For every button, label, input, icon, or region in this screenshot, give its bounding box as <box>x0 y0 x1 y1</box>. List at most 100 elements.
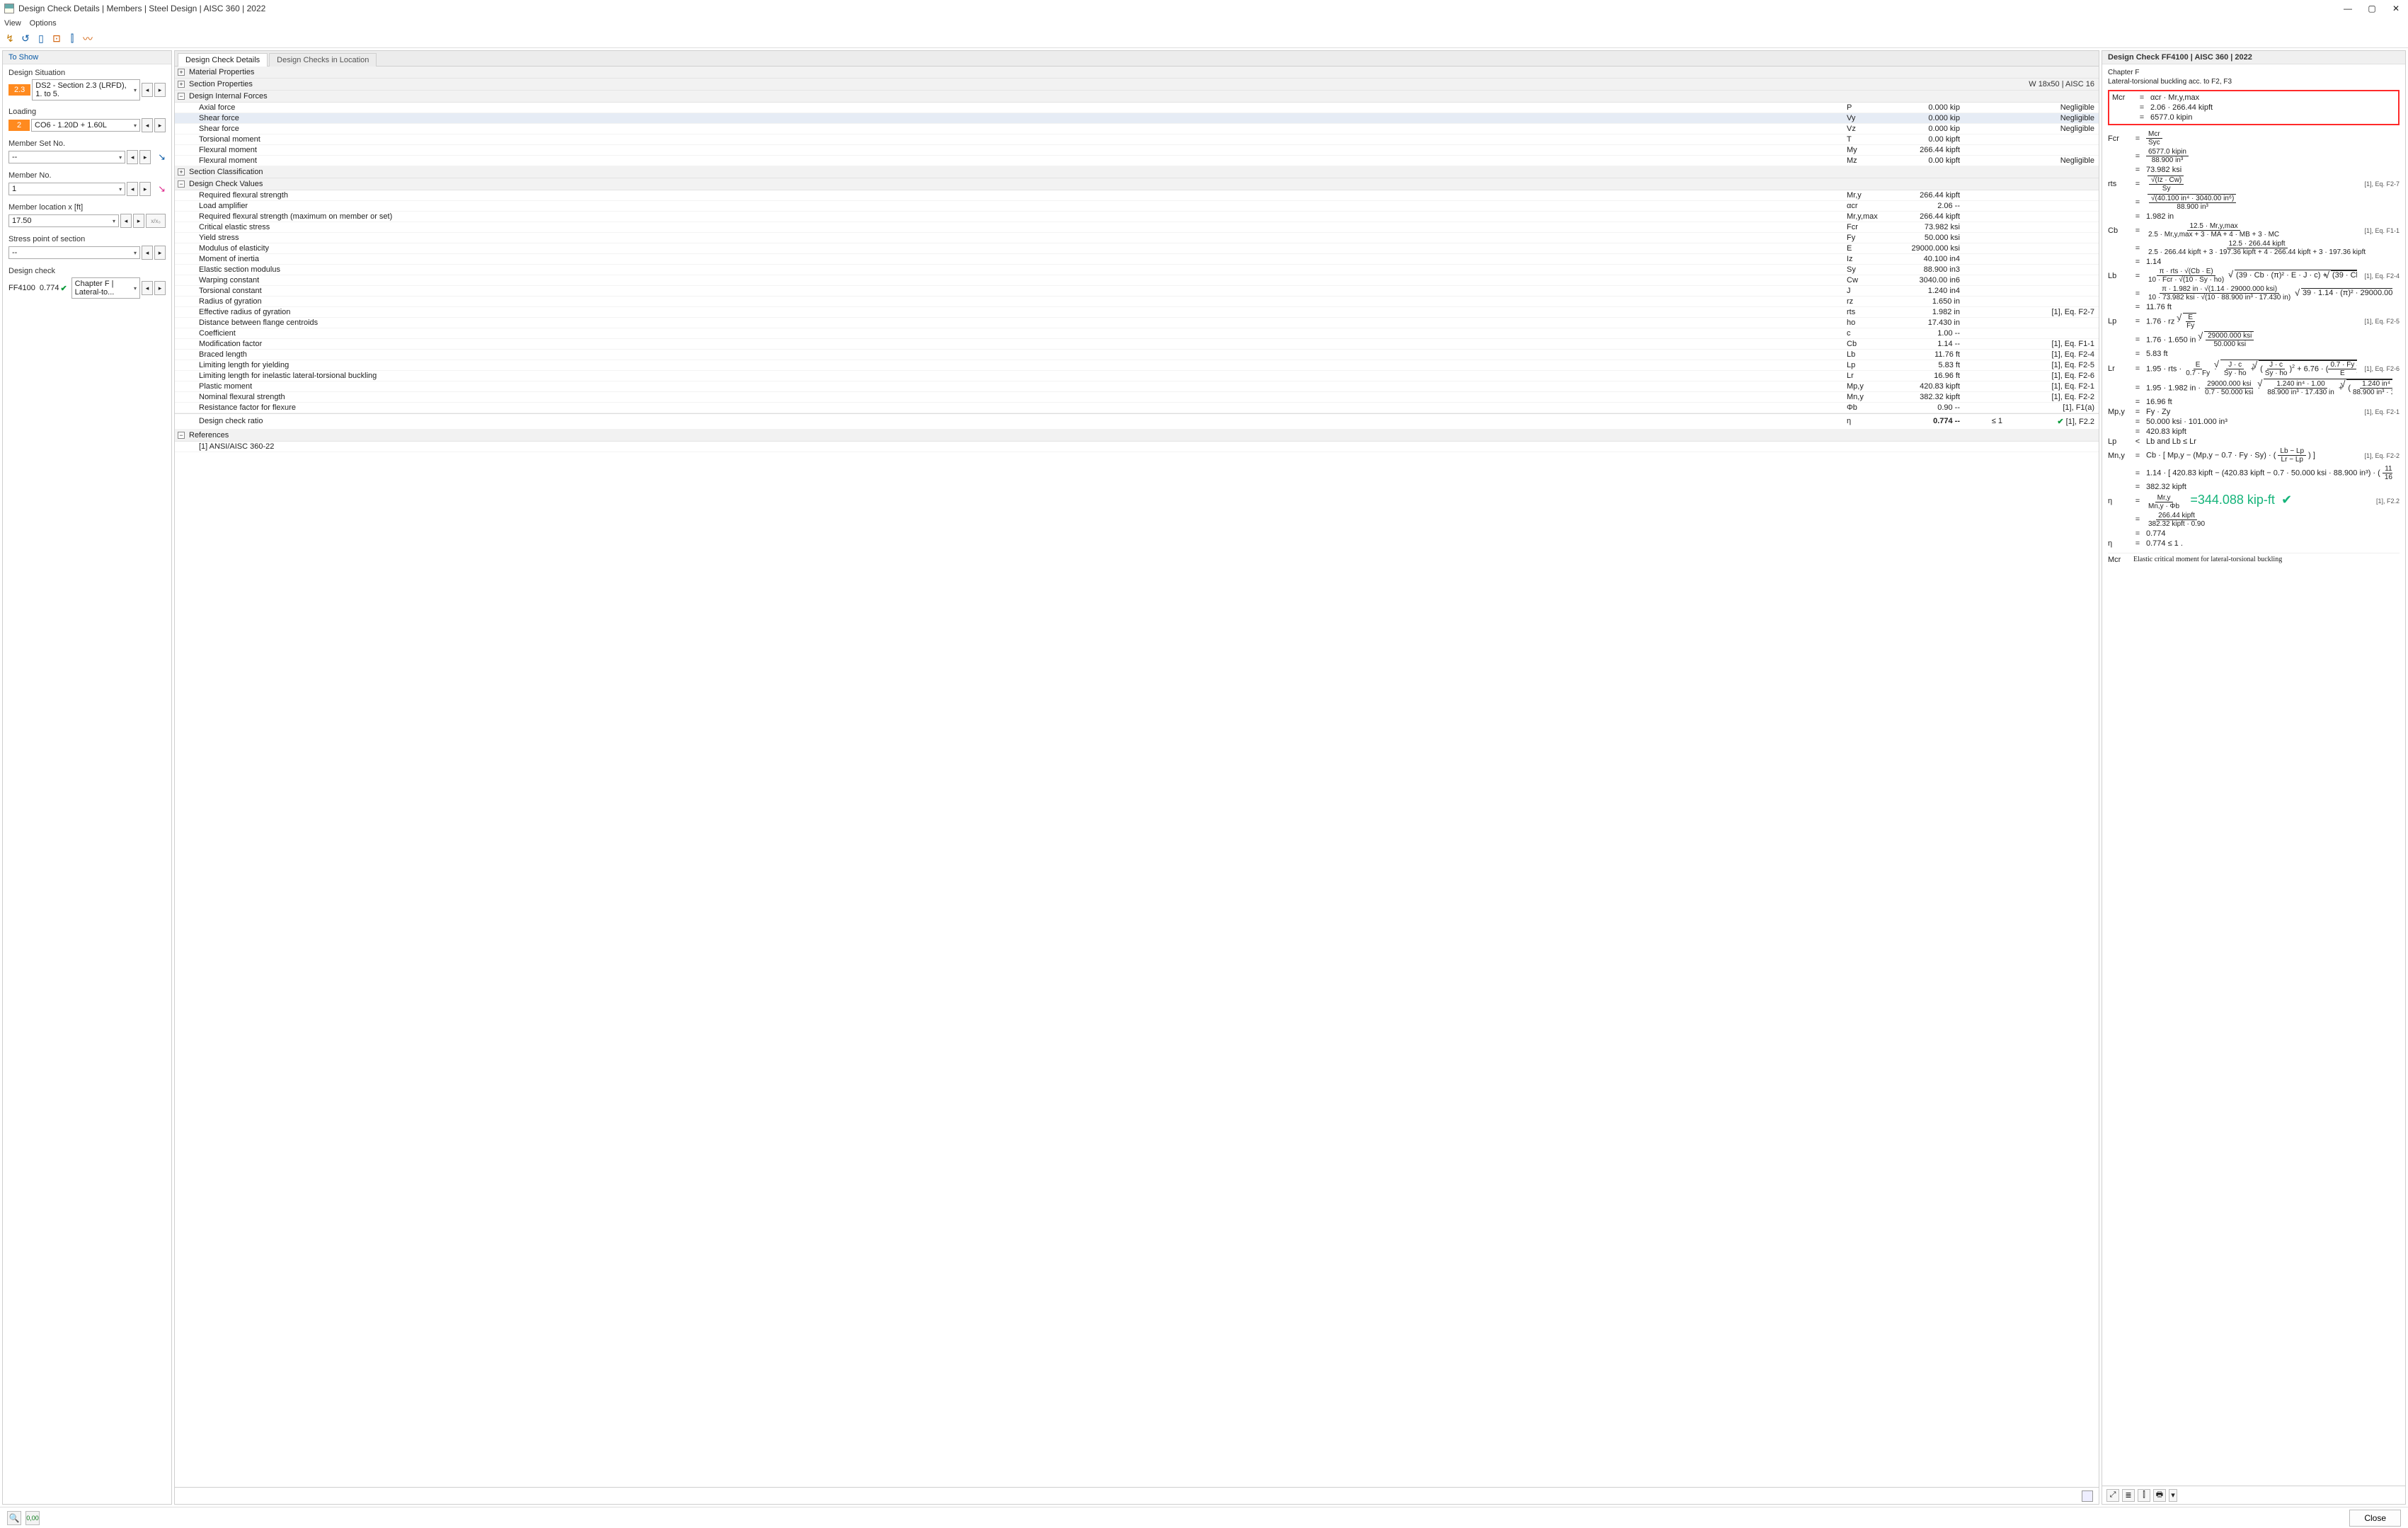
close-button[interactable]: Close <box>2349 1510 2401 1527</box>
table-row[interactable]: Required flexural strength (maximum on m… <box>175 212 2099 222</box>
next-button[interactable]: ▸ <box>133 214 144 228</box>
table-row[interactable]: Effective radius of gyrationrts1.982 in[… <box>175 307 2099 318</box>
wave-icon[interactable]: 〰 <box>82 33 93 45</box>
table-row[interactable]: Nominal flexural strengthMn,y382.32 kipf… <box>175 392 2099 403</box>
table-settings-button[interactable] <box>2082 1490 2093 1502</box>
table-row[interactable]: Flexural momentMy266.44 kipft <box>175 145 2099 156</box>
section-proper[interactable]: +Section PropertiesW 18x50 | AISC 16 <box>175 79 2099 91</box>
prev-button[interactable]: ◂ <box>142 118 153 132</box>
section-internal-forces[interactable]: −Design Internal Forces <box>175 91 2099 103</box>
next-button[interactable]: ▸ <box>139 150 151 164</box>
section-classification[interactable]: +Section Classification <box>175 166 2099 178</box>
prev-button[interactable]: ◂ <box>142 246 153 260</box>
table-row[interactable]: Plastic momentMp,y420.83 kipft[1], Eq. F… <box>175 381 2099 392</box>
menu-view[interactable]: View <box>4 19 21 28</box>
equation-line: Mp,y=Fy · Zy[1], Eq. F2-1 <box>2108 407 2400 417</box>
table-row[interactable]: Moment of inertiaIz40.100 in4 <box>175 254 2099 265</box>
tab-design-check-details[interactable]: Design Check Details <box>178 53 268 67</box>
table-row[interactable]: Modulus of elasticityE29000.000 ksi <box>175 243 2099 254</box>
equation-line: =5.83 ft <box>2108 349 2400 359</box>
tab-design-checks-location[interactable]: Design Checks in Location <box>269 53 377 67</box>
table-row[interactable]: Load amplifierαcr2.06 -- <box>175 201 2099 212</box>
footnote-symbol: Mcr <box>2108 556 2129 564</box>
prev-button[interactable]: ◂ <box>142 281 153 295</box>
equation-line: Lp<Lb and Lb ≤ Lr <box>2108 437 2400 447</box>
xx0-button[interactable]: x/x₀ <box>146 214 166 228</box>
equation-line: =50.000 ksi · 101.000 in³ <box>2108 417 2400 427</box>
table-row[interactable]: Coefficientc1.00 -- <box>175 328 2099 339</box>
next-button[interactable]: ▸ <box>154 118 166 132</box>
table-row[interactable]: Required flexural strengthMr,y266.44 kip… <box>175 190 2099 201</box>
toggle-1-button[interactable]: ≣ <box>2122 1489 2135 1502</box>
stress-point-combo[interactable]: -- ▾ <box>8 246 140 259</box>
table-row[interactable]: Shear forceVy0.000 kipNegligible <box>175 113 2099 124</box>
pick-icon[interactable]: ↘ <box>158 151 166 163</box>
table-row[interactable]: Torsional constantJ1.240 in4 <box>175 286 2099 297</box>
design-situation-combo[interactable]: DS2 - Section 2.3 (LRFD), 1. to 5.▾ <box>32 79 140 100</box>
table-row[interactable]: Torsional momentT0.00 kipft <box>175 134 2099 145</box>
prev-button[interactable]: ◂ <box>127 150 138 164</box>
design-situation-badge: 2.3 <box>8 84 30 96</box>
table-row[interactable]: Critical elastic stressFcr73.982 ksi <box>175 222 2099 233</box>
zoom-fit-button[interactable]: ⤢ <box>2106 1489 2119 1502</box>
prev-button[interactable]: ◂ <box>120 214 132 228</box>
table-row[interactable]: Limiting length for inelastic lateral-to… <box>175 371 2099 381</box>
check-ok-icon: ✔ <box>60 284 67 293</box>
table-row[interactable]: Yield stressFy50.000 ksi <box>175 233 2099 243</box>
refresh-icon[interactable]: ↺ <box>20 33 31 45</box>
toggle-2-button[interactable]: ⫿ <box>2138 1489 2150 1502</box>
minimize-button[interactable]: — <box>2336 1 2360 16</box>
table-row[interactable]: Limiting length for yieldingLp5.83 ft[1]… <box>175 360 2099 371</box>
chart-icon[interactable]: ⫿ <box>67 33 78 45</box>
loading-combo[interactable]: CO6 - 1.20D + 1.60L▾ <box>31 119 140 132</box>
equation-line: =73.982 ksi <box>2108 165 2400 175</box>
close-window-button[interactable]: ✕ <box>2384 1 2408 16</box>
table-row[interactable]: Radius of gyrationrz1.650 in <box>175 297 2099 307</box>
section-references[interactable]: −References <box>175 430 2099 442</box>
print-menu-button[interactable]: ▾ <box>2169 1489 2177 1502</box>
lasso-icon[interactable]: ↯ <box>4 33 16 45</box>
maximize-button[interactable]: ▢ <box>2360 1 2384 16</box>
next-button[interactable]: ▸ <box>139 182 151 196</box>
design-check-ratio: 0.774 <box>40 284 59 292</box>
prev-button[interactable]: ◂ <box>142 83 153 97</box>
help-button[interactable]: 🔍 <box>7 1511 21 1525</box>
equation-line: =11.76 ft <box>2108 302 2400 312</box>
equation-line: Cb=12.5 · Mr,y,max2.5 · Mr,y,max + 3 · M… <box>2108 222 2400 239</box>
next-button[interactable]: ▸ <box>154 281 166 295</box>
next-button[interactable]: ▸ <box>154 83 166 97</box>
ratio-row: Design check ratio η 0.774 -- ≤ 1 ✔ [1],… <box>175 413 2099 430</box>
table-row[interactable]: Axial forceP0.000 kipNegligible <box>175 103 2099 113</box>
table-row[interactable]: Braced lengthLb11.76 ft[1], Eq. F2-4 <box>175 350 2099 360</box>
table-row[interactable]: Distance between flange centroidsho17.43… <box>175 318 2099 328</box>
reference-row: [1] ANSI/AISC 360-22 <box>175 442 2099 452</box>
section-check-values[interactable]: −Design Check Values <box>175 178 2099 190</box>
location-combo[interactable]: 17.50 ▾ <box>8 214 119 227</box>
details-table: +Material Properties +Section Properties… <box>175 67 2099 1487</box>
member-no-label: Member No. <box>8 171 166 180</box>
equation-line: η=0.774 ≤ 1 . <box>2108 539 2400 548</box>
design-check-combo[interactable]: Chapter F | Lateral-to...▾ <box>71 277 140 299</box>
menu-options[interactable]: Options <box>30 19 57 28</box>
table-row[interactable]: Warping constantCw3040.00 in6 <box>175 275 2099 286</box>
table-row[interactable]: Modification factorCb1.14 --[1], Eq. F1-… <box>175 339 2099 350</box>
section-material[interactable]: +Material Properties <box>175 67 2099 79</box>
member-icon[interactable]: ▯ <box>35 33 47 45</box>
design-check-code: FF4100 <box>8 284 35 292</box>
design-check-label: Design check <box>8 267 166 275</box>
equation-line: =1.76 · 1.650 in · 29000.000 ksi50.000 k… <box>2108 331 2400 349</box>
prev-button[interactable]: ◂ <box>127 182 138 196</box>
pick-icon[interactable]: ↘ <box>158 183 166 195</box>
units-button[interactable]: 0,00 <box>25 1511 40 1525</box>
member-set-combo[interactable]: -- ▾ <box>8 151 125 163</box>
next-button[interactable]: ▸ <box>154 246 166 260</box>
member-no-combo[interactable]: 1 ▾ <box>8 183 125 195</box>
toolbar: ↯ ↺ ▯ ⊡ ⫿ 〰 <box>0 30 2408 48</box>
section-icon[interactable]: ⊡ <box>51 33 62 45</box>
table-row[interactable]: Flexural momentMz0.00 kipftNegligible <box>175 156 2099 166</box>
table-row[interactable]: Resistance factor for flexureΦb0.90 --[1… <box>175 403 2099 413</box>
equation-line: Lb=π · rts · √(Cb · E)10 · Fcr · √(10 · … <box>2108 267 2400 285</box>
table-row[interactable]: Elastic section modulusSy88.900 in3 <box>175 265 2099 275</box>
table-row[interactable]: Shear forceVz0.000 kipNegligible <box>175 124 2099 134</box>
print-button[interactable]: 🖶 <box>2153 1489 2166 1502</box>
